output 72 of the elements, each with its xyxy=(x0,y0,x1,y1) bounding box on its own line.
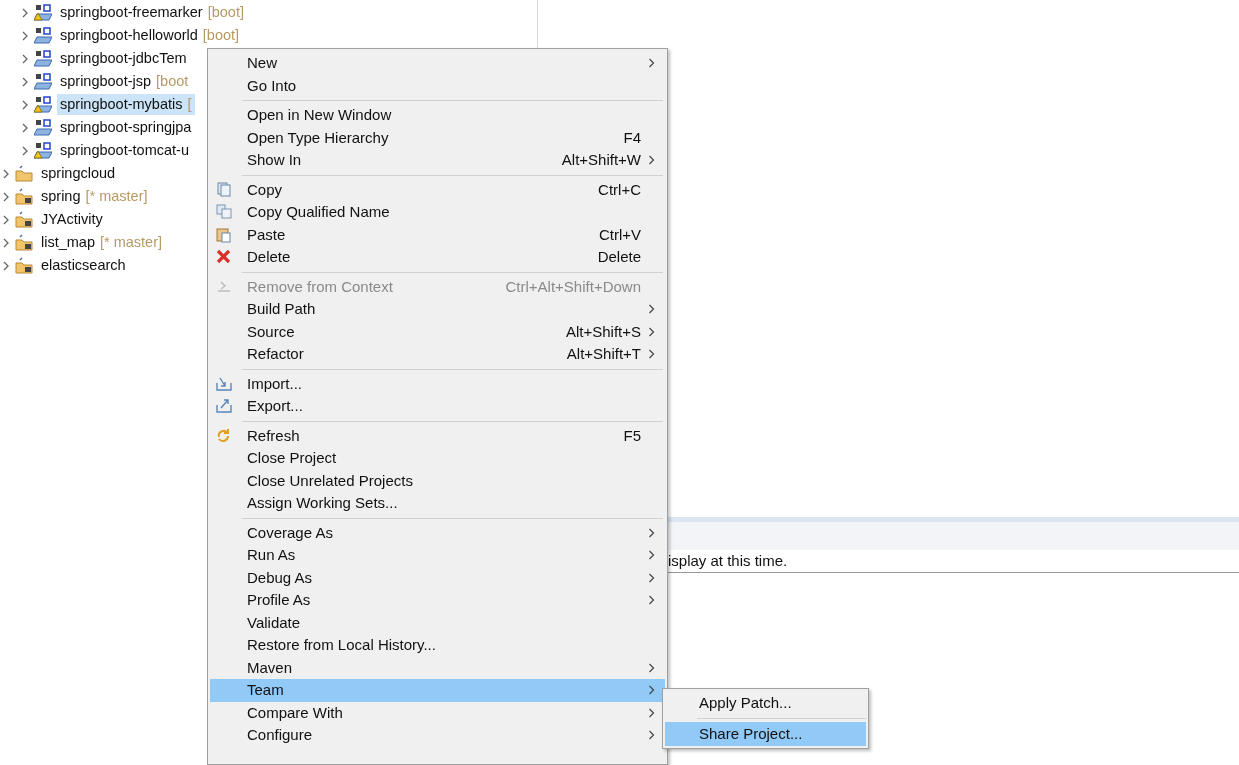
project-tree-item[interactable]: spring [* master] xyxy=(38,186,151,207)
project-tree-item[interactable]: springcloud xyxy=(38,163,119,184)
menu-item[interactable]: Restore from Local History... xyxy=(210,634,665,657)
remove-icon xyxy=(217,281,231,292)
shortcut-label: Alt+Shift+W xyxy=(561,150,641,170)
menu-item[interactable]: Delete Delete xyxy=(210,246,665,269)
project-tree-item[interactable]: elasticsearch xyxy=(38,255,129,276)
expand-chevron-icon[interactable] xyxy=(21,99,29,110)
expand-chevron-icon[interactable] xyxy=(21,30,29,41)
shortcut-label: Ctrl+C xyxy=(598,179,641,200)
project-tree-item[interactable]: JYActivity xyxy=(38,209,106,230)
menu-item[interactable]: Maven xyxy=(210,656,665,679)
menu-item[interactable]: Export... xyxy=(210,395,665,418)
menu-item[interactable]: New xyxy=(210,52,665,75)
menu-item[interactable]: Validate xyxy=(210,611,665,634)
menu-item[interactable]: Source Alt+Shift+S xyxy=(210,320,665,343)
menu-item[interactable]: Close Project xyxy=(210,447,665,470)
expand-chevron-icon[interactable] xyxy=(21,7,29,18)
menu-item[interactable]: Import... xyxy=(210,372,665,395)
refresh-icon xyxy=(217,427,229,442)
expand-chevron-icon[interactable] xyxy=(21,76,29,87)
menu-item[interactable]: Refresh F5 xyxy=(210,424,665,447)
shortcut-label: Ctrl+V xyxy=(598,224,641,245)
shortcut-label: Alt+Shift+T xyxy=(566,344,641,364)
expand-chevron-icon[interactable] xyxy=(2,237,10,248)
project-tree-item[interactable]: springboot-jdbcTem xyxy=(57,48,190,69)
menu-item[interactable]: Go Into xyxy=(210,74,665,97)
console-message: isplay at this time. xyxy=(668,550,788,571)
menu-item[interactable]: Copy Qualified Name xyxy=(210,201,665,224)
expand-chevron-icon[interactable] xyxy=(2,260,10,271)
menu-item[interactable]: Build Path xyxy=(210,298,665,321)
menu-item[interactable]: Configure xyxy=(210,724,665,747)
import-icon xyxy=(216,377,232,391)
project-tree-item[interactable]: springboot-mybatis [ xyxy=(57,94,195,115)
expand-chevron-icon[interactable] xyxy=(2,214,10,225)
menu-item[interactable]: Debug As xyxy=(210,566,665,589)
expand-chevron-icon[interactable] xyxy=(2,191,10,202)
copy-icon xyxy=(217,182,231,197)
copy-icon xyxy=(216,204,232,219)
shortcut-label: Alt+Shift+S xyxy=(565,321,641,342)
project-tree-item[interactable]: springboot-helloworld [boot] xyxy=(57,25,243,46)
close-icon xyxy=(216,249,231,264)
menu-item[interactable]: Apply Patch... xyxy=(665,691,866,715)
project-tree-item[interactable]: springboot-springjpa xyxy=(57,117,195,138)
shortcut-label: F5 xyxy=(623,425,641,446)
shortcut-label: F4 xyxy=(623,127,641,148)
project-tree-item[interactable]: springboot-tomcat-u xyxy=(57,140,192,161)
menu-item[interactable]: Team xyxy=(210,679,665,702)
menu-item[interactable]: Run As xyxy=(210,544,665,567)
expand-chevron-icon[interactable] xyxy=(21,122,29,133)
paste-icon xyxy=(216,228,231,243)
menu-item[interactable]: Assign Working Sets... xyxy=(210,492,665,515)
project-tree-item[interactable]: springboot-freemarker [boot] xyxy=(57,2,247,23)
menu-item[interactable]: Open Type Hierarchy F4 xyxy=(210,126,665,149)
expand-chevron-icon[interactable] xyxy=(21,145,29,156)
menu-item[interactable]: Compare With xyxy=(210,701,665,724)
expand-chevron-icon[interactable] xyxy=(21,53,29,64)
project-tree-item[interactable]: springboot-jsp [boot xyxy=(57,71,192,92)
menu-item[interactable]: Share Project... xyxy=(665,722,866,746)
menu-item[interactable]: Show In Alt+Shift+W xyxy=(210,149,665,172)
menu-item[interactable]: Coverage As xyxy=(210,521,665,544)
menu-item[interactable]: Refactor Alt+Shift+T xyxy=(210,343,665,366)
shortcut-label: Ctrl+Alt+Shift+Down xyxy=(505,276,641,297)
menu-item[interactable]: Paste Ctrl+V xyxy=(210,223,665,246)
export-icon xyxy=(216,399,232,413)
menu-item[interactable]: Close Unrelated Projects xyxy=(210,469,665,492)
menu-item[interactable]: Open in New Window xyxy=(210,104,665,127)
menu-item[interactable]: Copy Ctrl+C xyxy=(210,178,665,201)
expand-chevron-icon[interactable] xyxy=(2,168,10,179)
shortcut-label: Delete xyxy=(597,247,641,267)
menu-item[interactable]: Profile As xyxy=(210,589,665,612)
project-tree-item[interactable]: list_map [* master] xyxy=(38,232,166,253)
